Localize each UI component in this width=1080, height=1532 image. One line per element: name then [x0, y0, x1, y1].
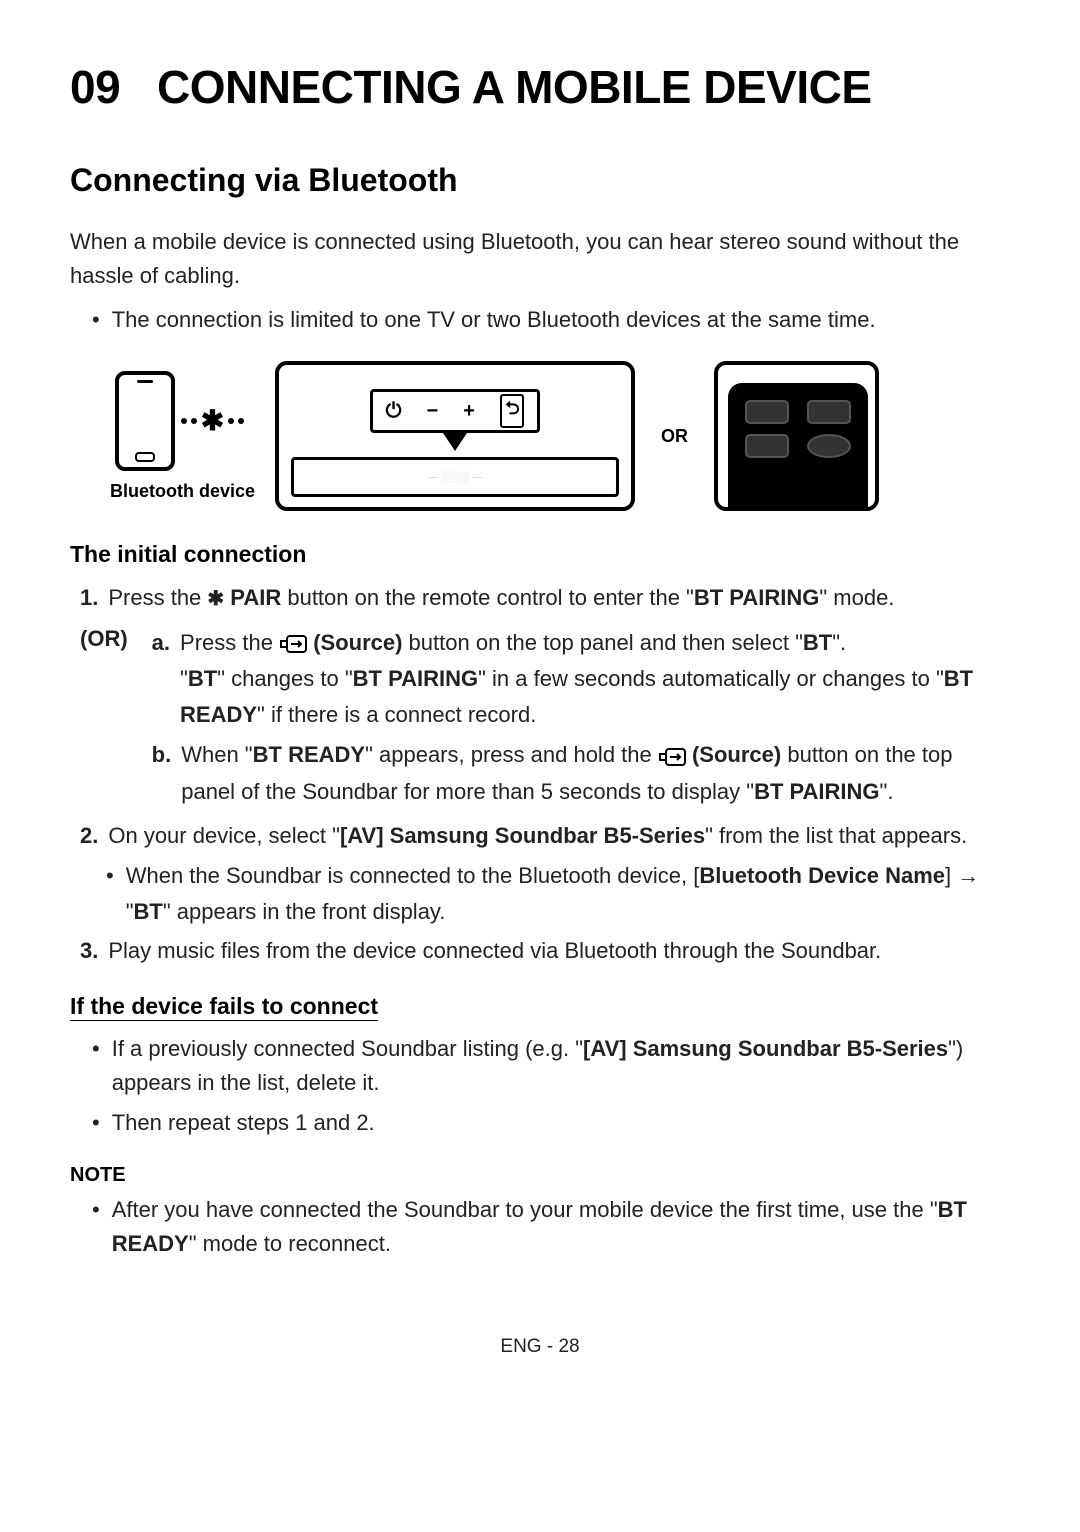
intro-paragraph: When a mobile device is connected using … — [70, 225, 1010, 293]
fails-heading: If the device fails to connect — [70, 993, 1010, 1020]
step-1-or: (OR) a. Press the (Source) button on the… — [80, 621, 1010, 814]
step-1a: a. Press the (Source) button on the top … — [152, 625, 1010, 734]
source-icon — [279, 635, 307, 653]
note-bullet: • After you have connected the Soundbar … — [92, 1193, 1010, 1261]
power-icon: ⏻ — [386, 400, 402, 423]
diagram: ✱ Bluetooth device ⏻ − + ⮌ — ░░░░ — OR — [110, 361, 1010, 511]
fails-bullet-1: • If a previously connected Soundbar lis… — [92, 1032, 1010, 1100]
soundbar-body-icon: — ░░░░ — — [291, 457, 619, 497]
source-icon — [658, 748, 686, 766]
plus-icon: + — [463, 400, 475, 423]
step-1: 1. Press the ✱ PAIR button on the remote… — [80, 580, 1010, 616]
bullet-icon: • — [92, 1032, 100, 1100]
page-footer: ENG - 28 — [0, 1336, 1080, 1358]
bluetooth-icon: ✱ — [201, 404, 224, 437]
step-2-bullet: • When the Soundbar is connected to the … — [106, 858, 1010, 928]
section-heading: Connecting via Bluetooth — [70, 162, 1010, 199]
bullet-icon: • — [92, 1106, 100, 1140]
initial-connection-heading: The initial connection — [70, 541, 1010, 568]
arrow-down-icon — [443, 433, 467, 451]
step-1b: b. When "BT READY" appears, press and ho… — [152, 737, 1010, 810]
bluetooth-device-col: ✱ Bluetooth device — [110, 371, 255, 502]
bt-signal-icon: ✱ — [181, 404, 244, 437]
chapter-heading: 09 CONNECTING A MOBILE DEVICE — [70, 60, 1010, 114]
phone-icon — [115, 371, 175, 471]
note-label: NOTE — [70, 1164, 1010, 1187]
intro-bullet: • The connection is limited to one TV or… — [92, 303, 1010, 337]
bullet-icon: • — [92, 1193, 100, 1261]
fails-bullet-2: • Then repeat steps 1 and 2. — [92, 1106, 1010, 1140]
top-panel-icon: ⏻ − + ⮌ — [370, 389, 540, 433]
bt-pair-icon: ✱ — [207, 583, 224, 616]
step-2: 2. On your device, select "[AV] Samsung … — [80, 818, 1010, 854]
soundbar-diagram: ⏻ − + ⮌ — ░░░░ — — [275, 361, 635, 511]
step-3: 3. Play music files from the device conn… — [80, 933, 1010, 969]
or-label: OR — [661, 426, 688, 447]
bt-device-label: Bluetooth device — [110, 481, 255, 502]
bullet-icon: • — [92, 303, 100, 337]
remote-diagram — [714, 361, 879, 511]
bullet-icon: • — [106, 858, 114, 928]
minus-icon: − — [427, 400, 439, 423]
source-icon: ⮌ — [500, 394, 524, 428]
steps-list: 1. Press the ✱ PAIR button on the remote… — [70, 580, 1010, 969]
